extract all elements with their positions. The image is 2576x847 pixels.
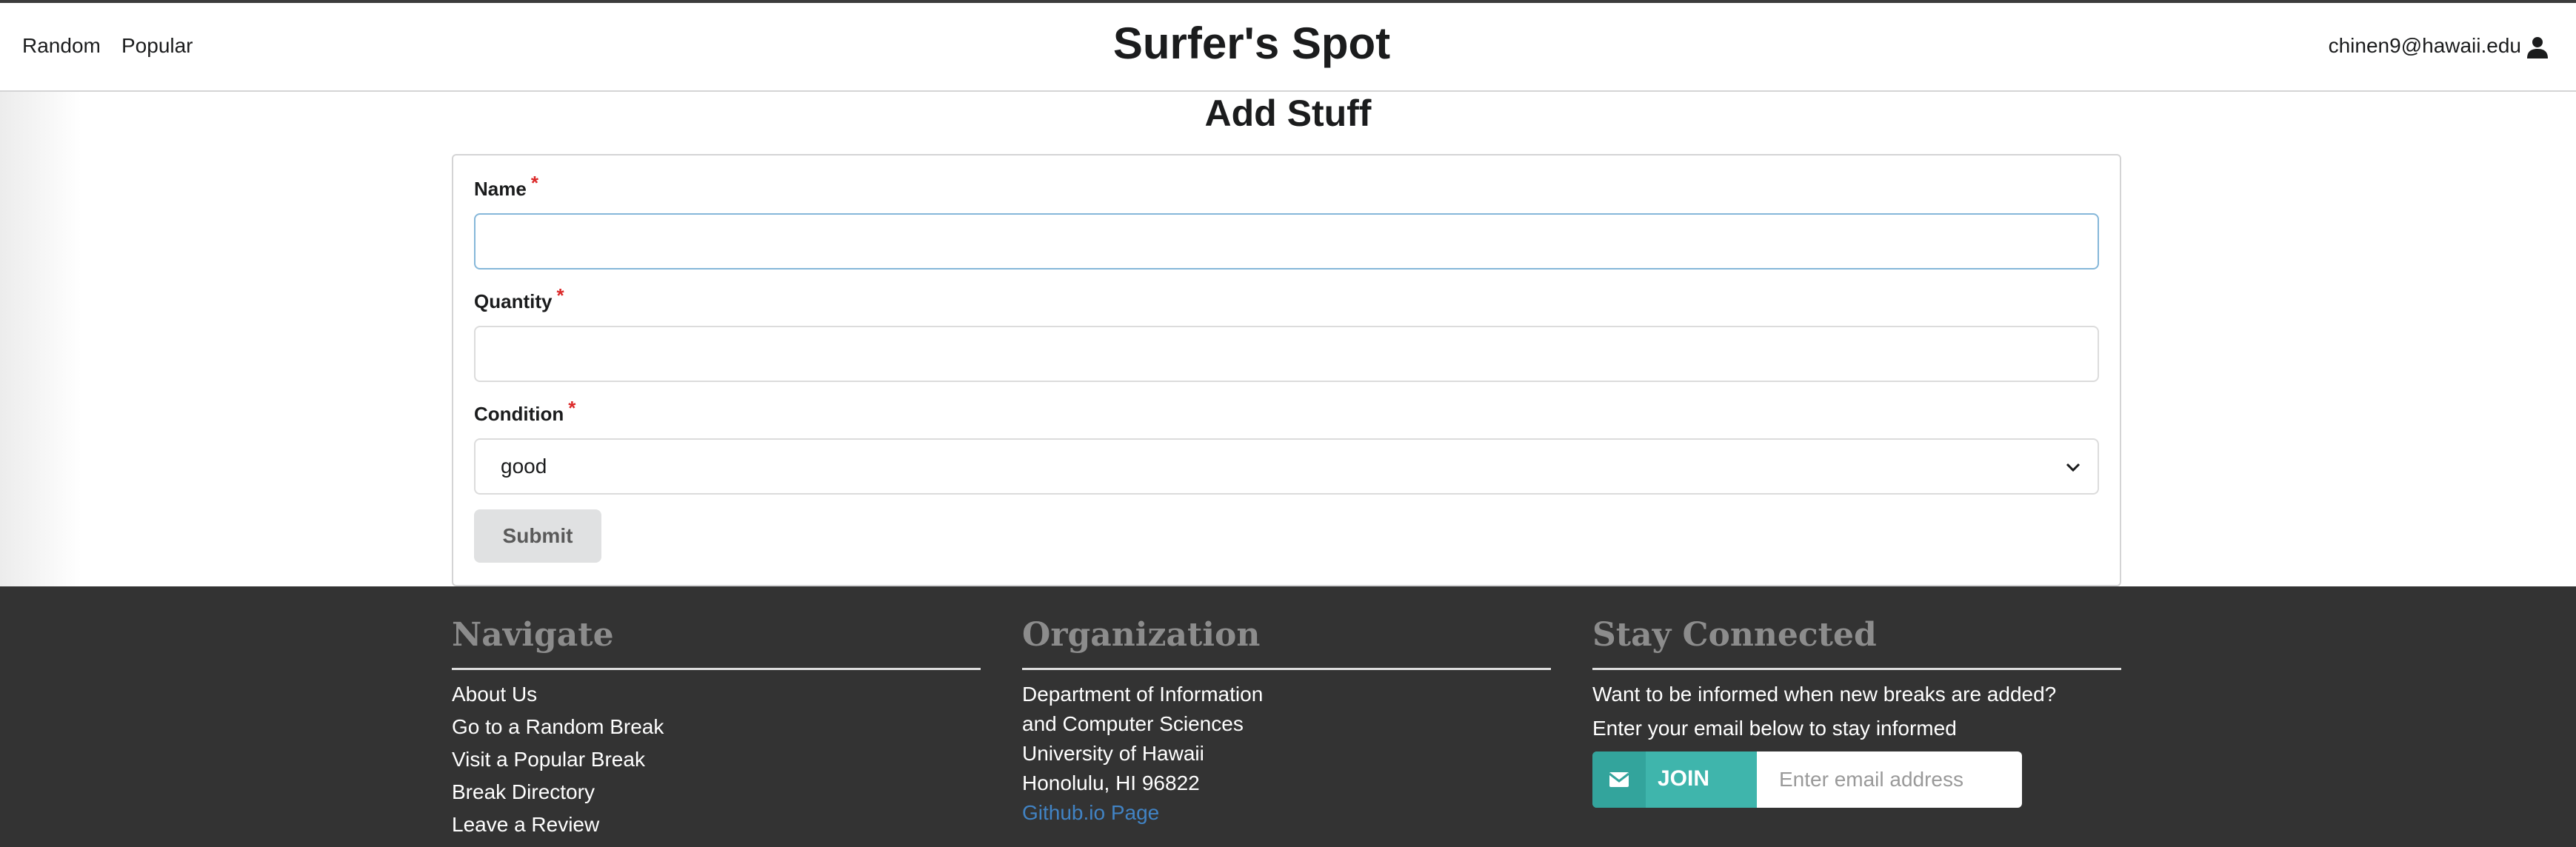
footer-link-popular-break[interactable]: Visit a Popular Break [452,748,645,771]
email-placeholder: Enter email address [1779,768,1964,791]
footer-stay-connected-heading: Stay Connected [1592,616,1877,654]
required-mark: * [530,172,538,194]
user-icon[interactable] [2526,36,2549,59]
join-button[interactable]: JOIN [1592,751,1757,808]
footer-link-leave-review[interactable]: Leave a Review [452,813,599,837]
footer-link-random-break[interactable]: Go to a Random Break [452,715,664,739]
site-title[interactable]: Surfer's Spot [0,18,2503,69]
footer-link-about[interactable]: About Us [452,683,537,706]
page-heading: Add Stuff [1204,93,1372,134]
condition-select[interactable]: good [474,438,2099,495]
email-input[interactable]: Enter email address [1757,751,2022,808]
org-line-4: Honolulu, HI 96822 [1022,771,1200,794]
quantity-input[interactable] [474,326,2099,382]
footer-divider [452,668,981,670]
name-label-text: Name [474,178,527,200]
footer: Navigate About Us Go to a Random Break V… [0,586,2576,847]
quantity-label-text: Quantity [474,290,553,312]
footer-navigate-heading: Navigate [452,616,614,654]
required-mark: * [556,284,564,307]
user-email[interactable]: chinen9@hawaii.edu [2329,34,2521,58]
org-line-2: and Computer Sciences [1022,712,1244,735]
footer-organization-heading: Organization [1022,616,1261,654]
condition-selected-value: good [501,455,547,478]
footer-divider [1592,668,2121,670]
newsletter-signup: JOIN Enter email address [1592,751,2022,808]
name-label: Name * [474,172,538,201]
org-line-3: University of Hawaii [1022,742,1204,765]
quantity-label: Quantity * [474,284,564,313]
name-input[interactable] [474,213,2099,270]
stay-connected-line-1: Want to be informed when new breaks are … [1592,683,2057,706]
condition-label: Condition * [474,397,575,426]
main-content: Add Stuff Name * Quantity * Condition * goo… [0,92,2576,586]
org-line-1: Department of Information [1022,683,1264,706]
chevron-down-icon [2065,459,2081,475]
top-navbar: Random Popular Surfer's Spot chinen9@haw… [0,3,2576,92]
required-mark: * [568,397,576,419]
github-page-link[interactable]: Github.io Page [1022,801,1159,825]
add-stuff-form: Name * Quantity * Condition * good Submit [452,154,2121,586]
footer-link-break-directory[interactable]: Break Directory [452,780,595,804]
envelope-icon [1609,772,1629,787]
footer-divider [1022,668,1551,670]
stay-connected-line-2: Enter your email below to stay informed [1592,717,1957,740]
submit-button[interactable]: Submit [474,509,601,563]
join-label: JOIN [1658,766,1710,791]
condition-label-text: Condition [474,403,564,425]
left-shadow [0,92,81,586]
